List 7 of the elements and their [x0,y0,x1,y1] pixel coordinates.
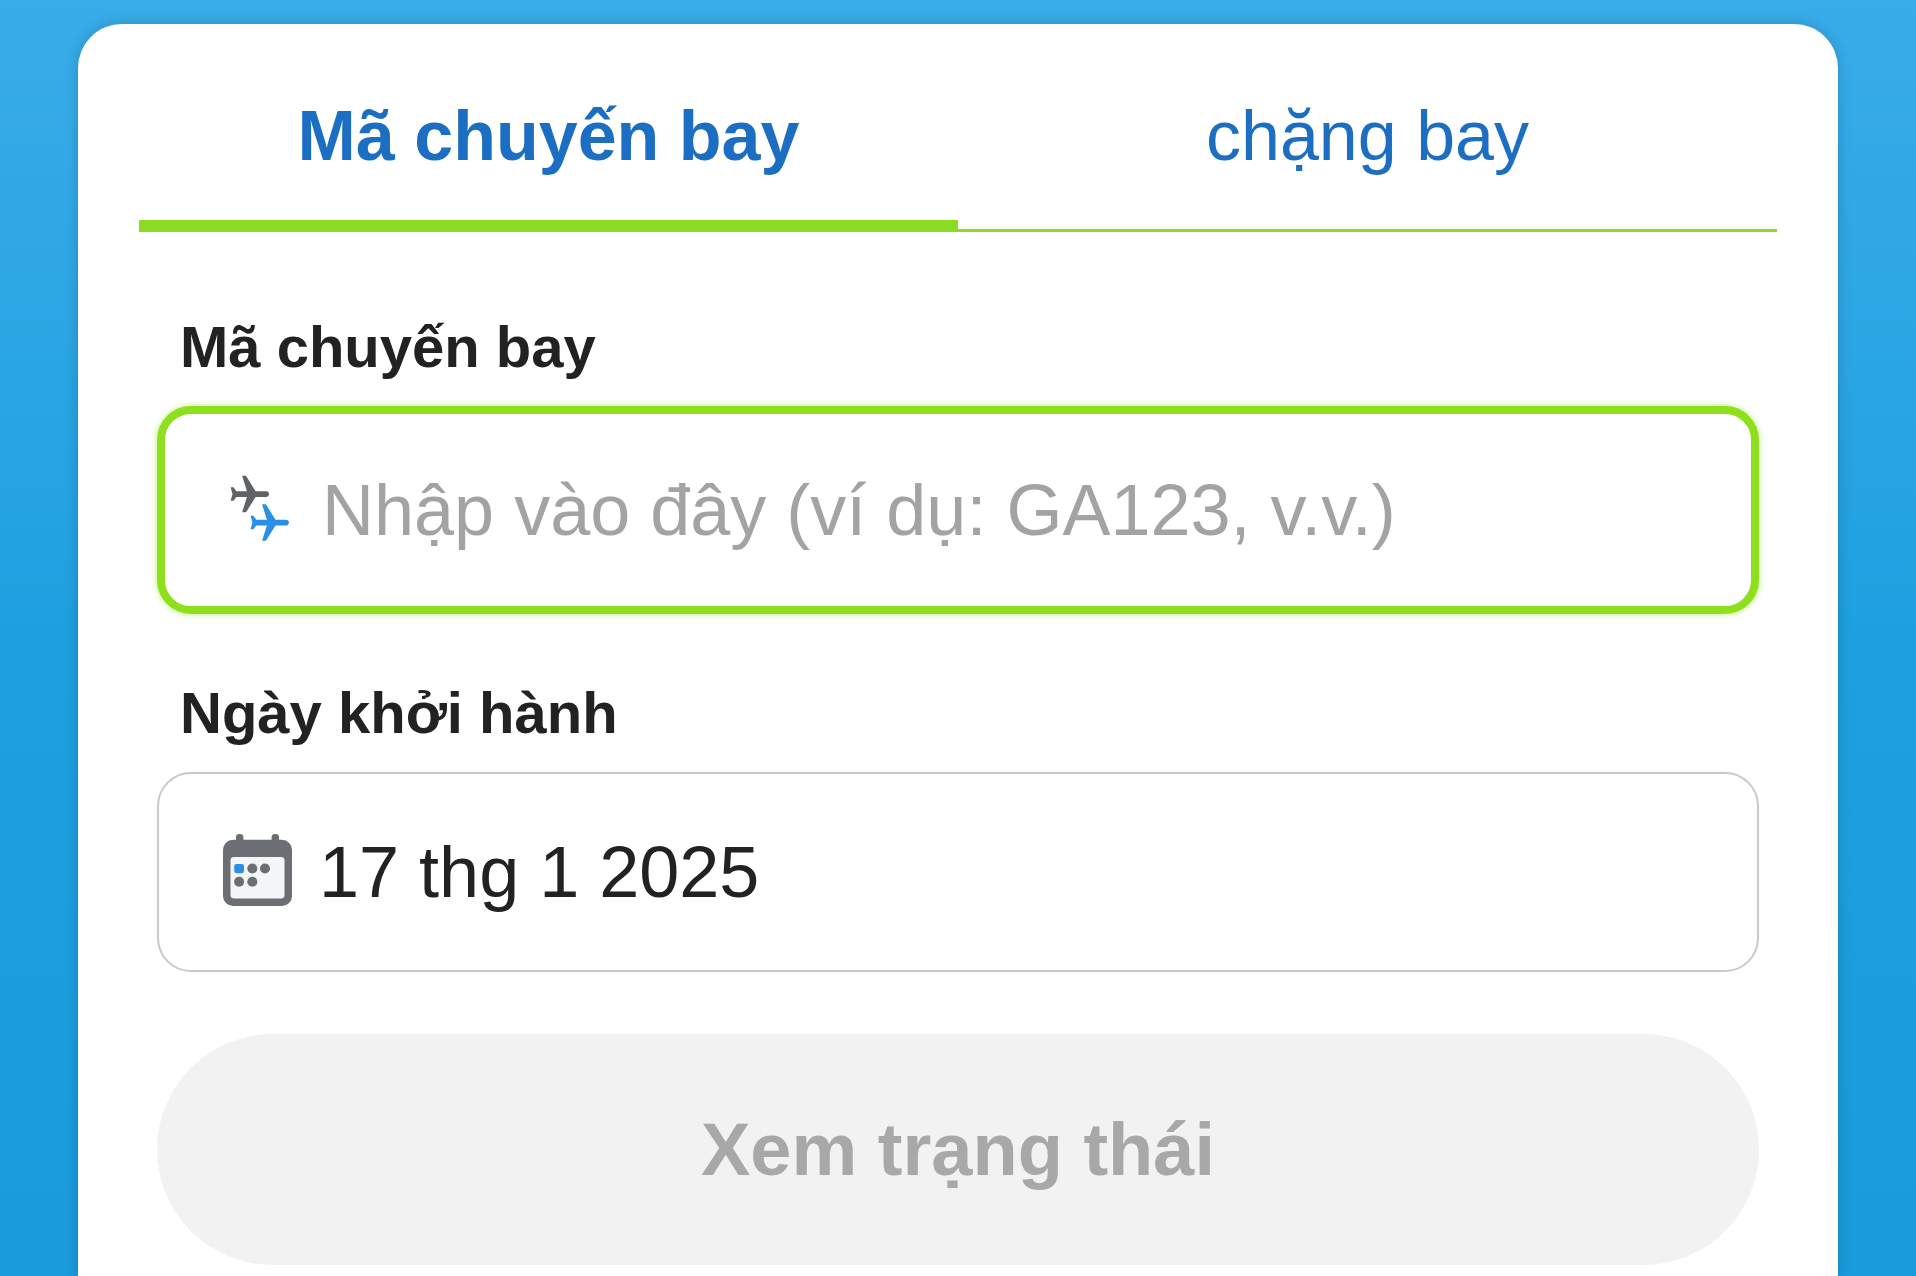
date-field[interactable]: 17 thg 1 2025 [157,772,1759,972]
tab[interactable]: chặng bay [958,24,1777,232]
input-field[interactable]: Nhập vào đây (ví dụ: GA123, v.v.) [157,406,1759,614]
field-label: Ngày khởi hành [179,679,619,747]
field-label: Mã chuyến bay [179,313,597,381]
tab[interactable]: Mã chuyến bay [139,24,958,232]
calendar-icon [223,834,292,906]
